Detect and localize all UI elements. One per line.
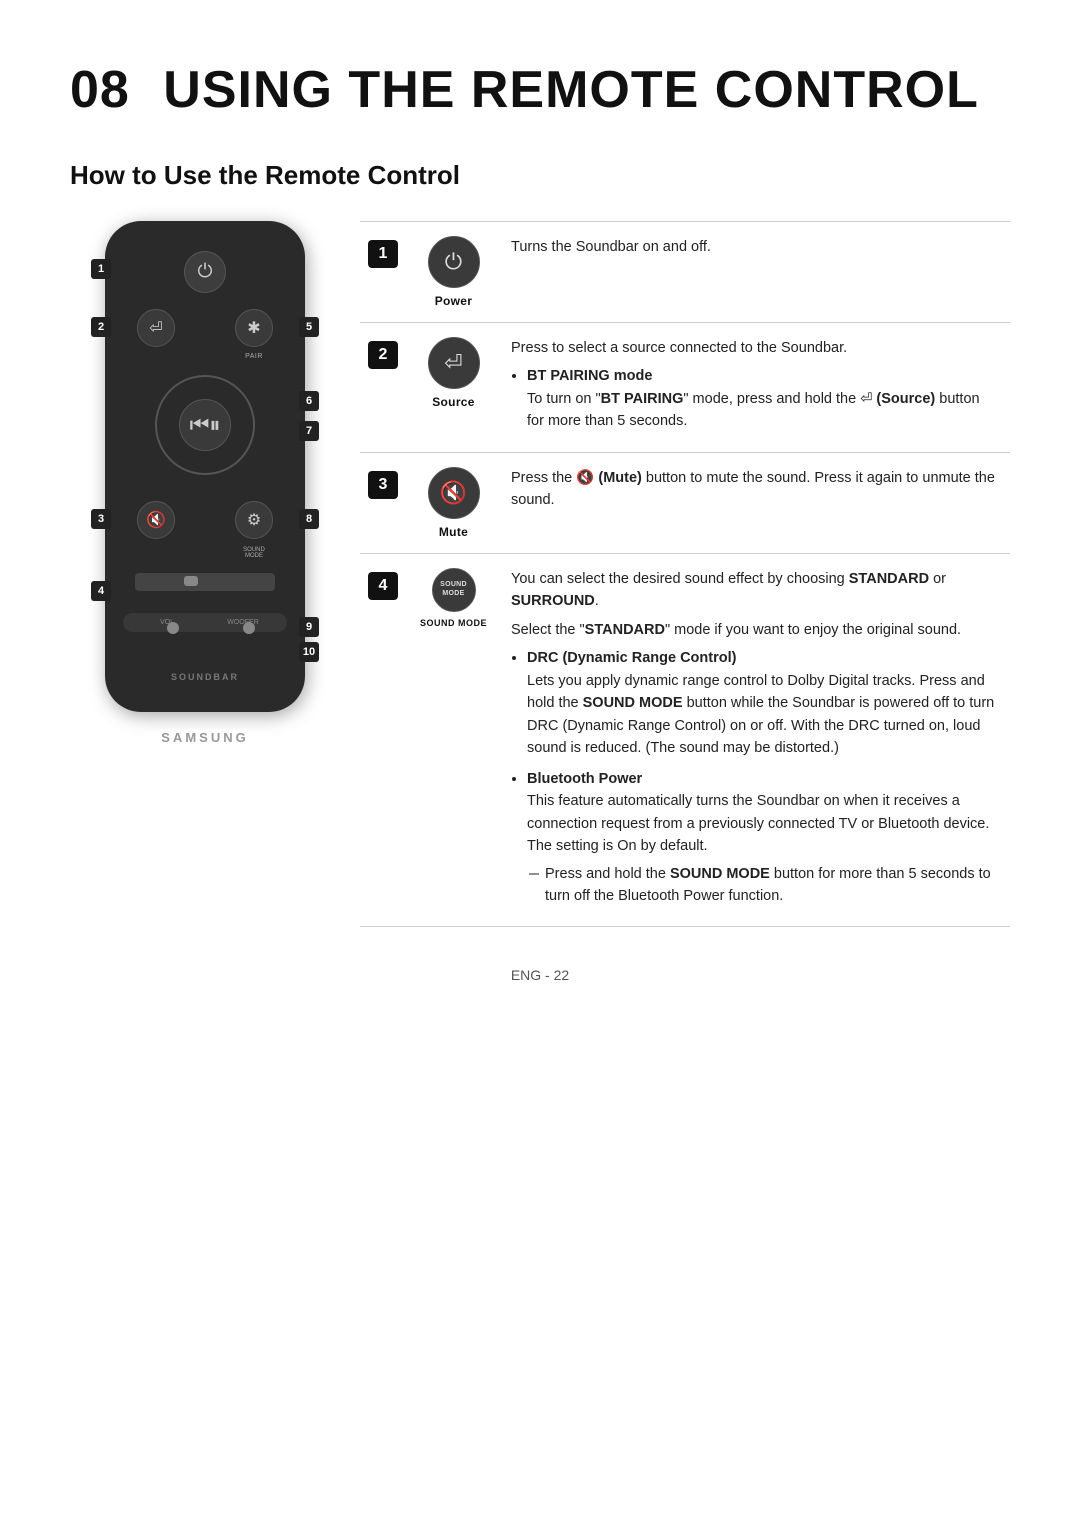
- soundmode-icon: SOUND MODE: [432, 568, 476, 612]
- source-icon-col: ⏎ Source: [406, 323, 501, 452]
- button-table: 1 ⏻ Power Turns the Soundbar on and off.…: [360, 221, 1010, 927]
- settings-button[interactable]: ⚙ SOUNDMODE: [235, 501, 273, 539]
- source-icon: ⏎: [428, 337, 480, 389]
- content-area: 1 ⏻ 2 ⏎ 5 ✱ PAIR 6 7: [70, 221, 1010, 927]
- remote-illustration: 1 ⏻ 2 ⏎ 5 ✱ PAIR 6 7: [70, 221, 340, 745]
- page-footer: ENG - 22: [70, 967, 1010, 983]
- callout-4: 4: [91, 581, 111, 601]
- samsung-brand: SAMSUNG: [70, 730, 340, 745]
- soundmode-desc: You can select the desired sound effect …: [501, 554, 1010, 927]
- callout-9: 9: [299, 617, 319, 637]
- center-ring: ⏮⏸: [155, 375, 255, 475]
- remote-body: 1 ⏻ 2 ⏎ 5 ✱ PAIR 6 7: [105, 221, 305, 712]
- callout-1: 1: [91, 259, 111, 279]
- page-title: 08 USING THE REMOTE CONTROL: [70, 60, 1010, 120]
- table-row-power: 1 ⏻ Power Turns the Soundbar on and off.: [360, 222, 1010, 323]
- power-icon-col: ⏻ Power: [406, 222, 501, 322]
- callout-10: 10: [299, 642, 319, 662]
- power-desc: Turns the Soundbar on and off.: [501, 222, 1010, 322]
- mute-icon-col: 🔇 Mute: [406, 453, 501, 553]
- power-button[interactable]: ⏻: [184, 251, 226, 293]
- row-num-4: 4: [360, 554, 406, 927]
- row-num-1: 1: [360, 222, 406, 322]
- sound-mode-btn-label: SOUNDMODE: [243, 547, 265, 560]
- sound-mode-slider: [135, 573, 274, 591]
- callout-6: 6: [299, 391, 319, 411]
- sliders-area: VOL WOOFER: [123, 613, 287, 632]
- row-num-3: 3: [360, 453, 406, 553]
- mute-button[interactable]: 🔇: [137, 501, 175, 539]
- mute-desc: Press the 🔇 (Mute) button to mute the so…: [501, 453, 1010, 553]
- source-label: Source: [432, 395, 474, 409]
- callout-3: 3: [91, 509, 111, 529]
- callout-5: 5: [299, 317, 319, 337]
- soundmode-label: SOUND MODE: [420, 618, 487, 628]
- play-pause-button[interactable]: ⏮⏸: [179, 399, 231, 451]
- title-text: USING THE REMOTE CONTROL: [163, 61, 979, 119]
- section-title: How to Use the Remote Control: [70, 160, 1010, 191]
- bluetooth-button[interactable]: ✱ PAIR: [235, 309, 273, 347]
- chapter-number: 08: [70, 61, 130, 119]
- callout-2: 2: [91, 317, 111, 337]
- power-label: Power: [435, 294, 473, 308]
- row-num-2: 2: [360, 323, 406, 452]
- callout-7: 7: [299, 421, 319, 441]
- callout-8: 8: [299, 509, 319, 529]
- mute-icon: 🔇: [428, 467, 480, 519]
- soundmode-icon-col: SOUND MODE SOUND MODE: [406, 554, 501, 927]
- table-row-source: 2 ⏎ Source Press to select a source conn…: [360, 323, 1010, 453]
- table-row-mute: 3 🔇 Mute Press the 🔇 (Mute) button to mu…: [360, 453, 1010, 554]
- bt-label: PAIR: [245, 353, 263, 360]
- source-button[interactable]: ⏎: [137, 309, 175, 347]
- source-desc: Press to select a source connected to th…: [501, 323, 1010, 452]
- mute-label: Mute: [439, 525, 468, 539]
- table-row-soundmode: 4 SOUND MODE SOUND MODE You can select t…: [360, 554, 1010, 928]
- soundbar-label: SOUNDBAR: [171, 672, 239, 682]
- power-icon: ⏻: [428, 236, 480, 288]
